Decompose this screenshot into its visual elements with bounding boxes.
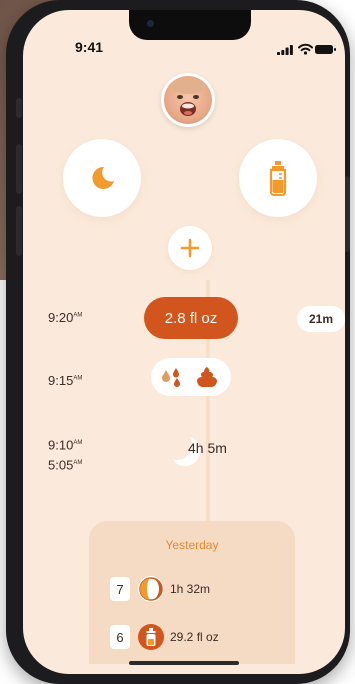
- yesterday-sleep-row[interactable]: 7 1h 32m: [110, 576, 210, 602]
- diaper-time-ampm: AM: [73, 375, 83, 382]
- wifi-icon: [298, 43, 313, 55]
- feed-duration-badge: 21m: [297, 306, 345, 332]
- sleep-button[interactable]: [63, 139, 141, 217]
- baby-photo: [164, 76, 212, 124]
- sleep-end-time: 9:10AM: [48, 434, 82, 454]
- sleep-start-time: 5:05AM: [48, 454, 82, 474]
- feed-time: 9:20AM: [48, 310, 82, 325]
- battery-icon: [315, 45, 336, 54]
- volume-up-button: [16, 144, 22, 194]
- camera-dot: [147, 20, 154, 27]
- sleep-start-time-value: 5:05: [48, 457, 74, 473]
- bottle-graphic: [146, 628, 156, 646]
- droplets-icon: [162, 368, 180, 387]
- sleep-half-moon-icon: [138, 576, 164, 602]
- feeding-button[interactable]: [239, 139, 317, 217]
- cellular-signal-icon: [277, 45, 293, 55]
- sleep-half-moon-graphic: [139, 577, 163, 601]
- diaper-entry[interactable]: [151, 358, 231, 396]
- feeding-count: 6: [110, 625, 130, 649]
- mute-switch: [16, 98, 22, 118]
- sleep-end-ampm: AM: [73, 440, 83, 446]
- poop-icon: [197, 367, 217, 387]
- diaper-time: 9:15AM: [48, 373, 82, 388]
- yesterday-feeding-row[interactable]: 6 29.2 fl oz: [110, 624, 219, 650]
- sleep-start-ampm: AM: [73, 460, 83, 467]
- status-time: 9:41: [75, 39, 104, 55]
- yesterday-title: Yesterday: [165, 538, 219, 552]
- moon-icon: [92, 166, 114, 189]
- volume-down-button: [16, 206, 22, 256]
- add-entry-button[interactable]: [168, 226, 212, 270]
- feed-entry[interactable]: 2.8 fl oz: [144, 297, 238, 339]
- bottle-icon: [138, 624, 164, 650]
- feeding-total: 29.2 fl oz: [170, 630, 219, 644]
- home-indicator[interactable]: [129, 661, 239, 665]
- sleep-end-time-value: 9:10: [48, 437, 74, 453]
- feed-time-value: 9:20: [48, 310, 74, 325]
- diaper-time-value: 9:15: [48, 373, 74, 388]
- baby-face-icon: [170, 78, 206, 116]
- phone-frame: 9:41 9:20AM 2.8 fl oz 21m 9:15AM 9:10AM …: [6, 0, 350, 684]
- bottle-icon: [269, 161, 287, 196]
- sleep-total: 1h 32m: [170, 582, 211, 596]
- feed-time-ampm: AM: [73, 312, 83, 319]
- sleep-count: 7: [110, 577, 130, 601]
- baby-avatar[interactable]: [161, 73, 215, 127]
- plus-icon: [180, 238, 200, 258]
- notch: [129, 10, 251, 40]
- app-screen: 9:41 9:20AM 2.8 fl oz 21m 9:15AM 9:10AM …: [23, 10, 345, 674]
- sleep-times: 9:10AM 5:05AM: [48, 434, 82, 475]
- yesterday-summary-card[interactable]: Yesterday 7 1h 32m 6 29.2 fl oz: [89, 521, 295, 664]
- sleep-duration: 4h 5m: [188, 440, 227, 456]
